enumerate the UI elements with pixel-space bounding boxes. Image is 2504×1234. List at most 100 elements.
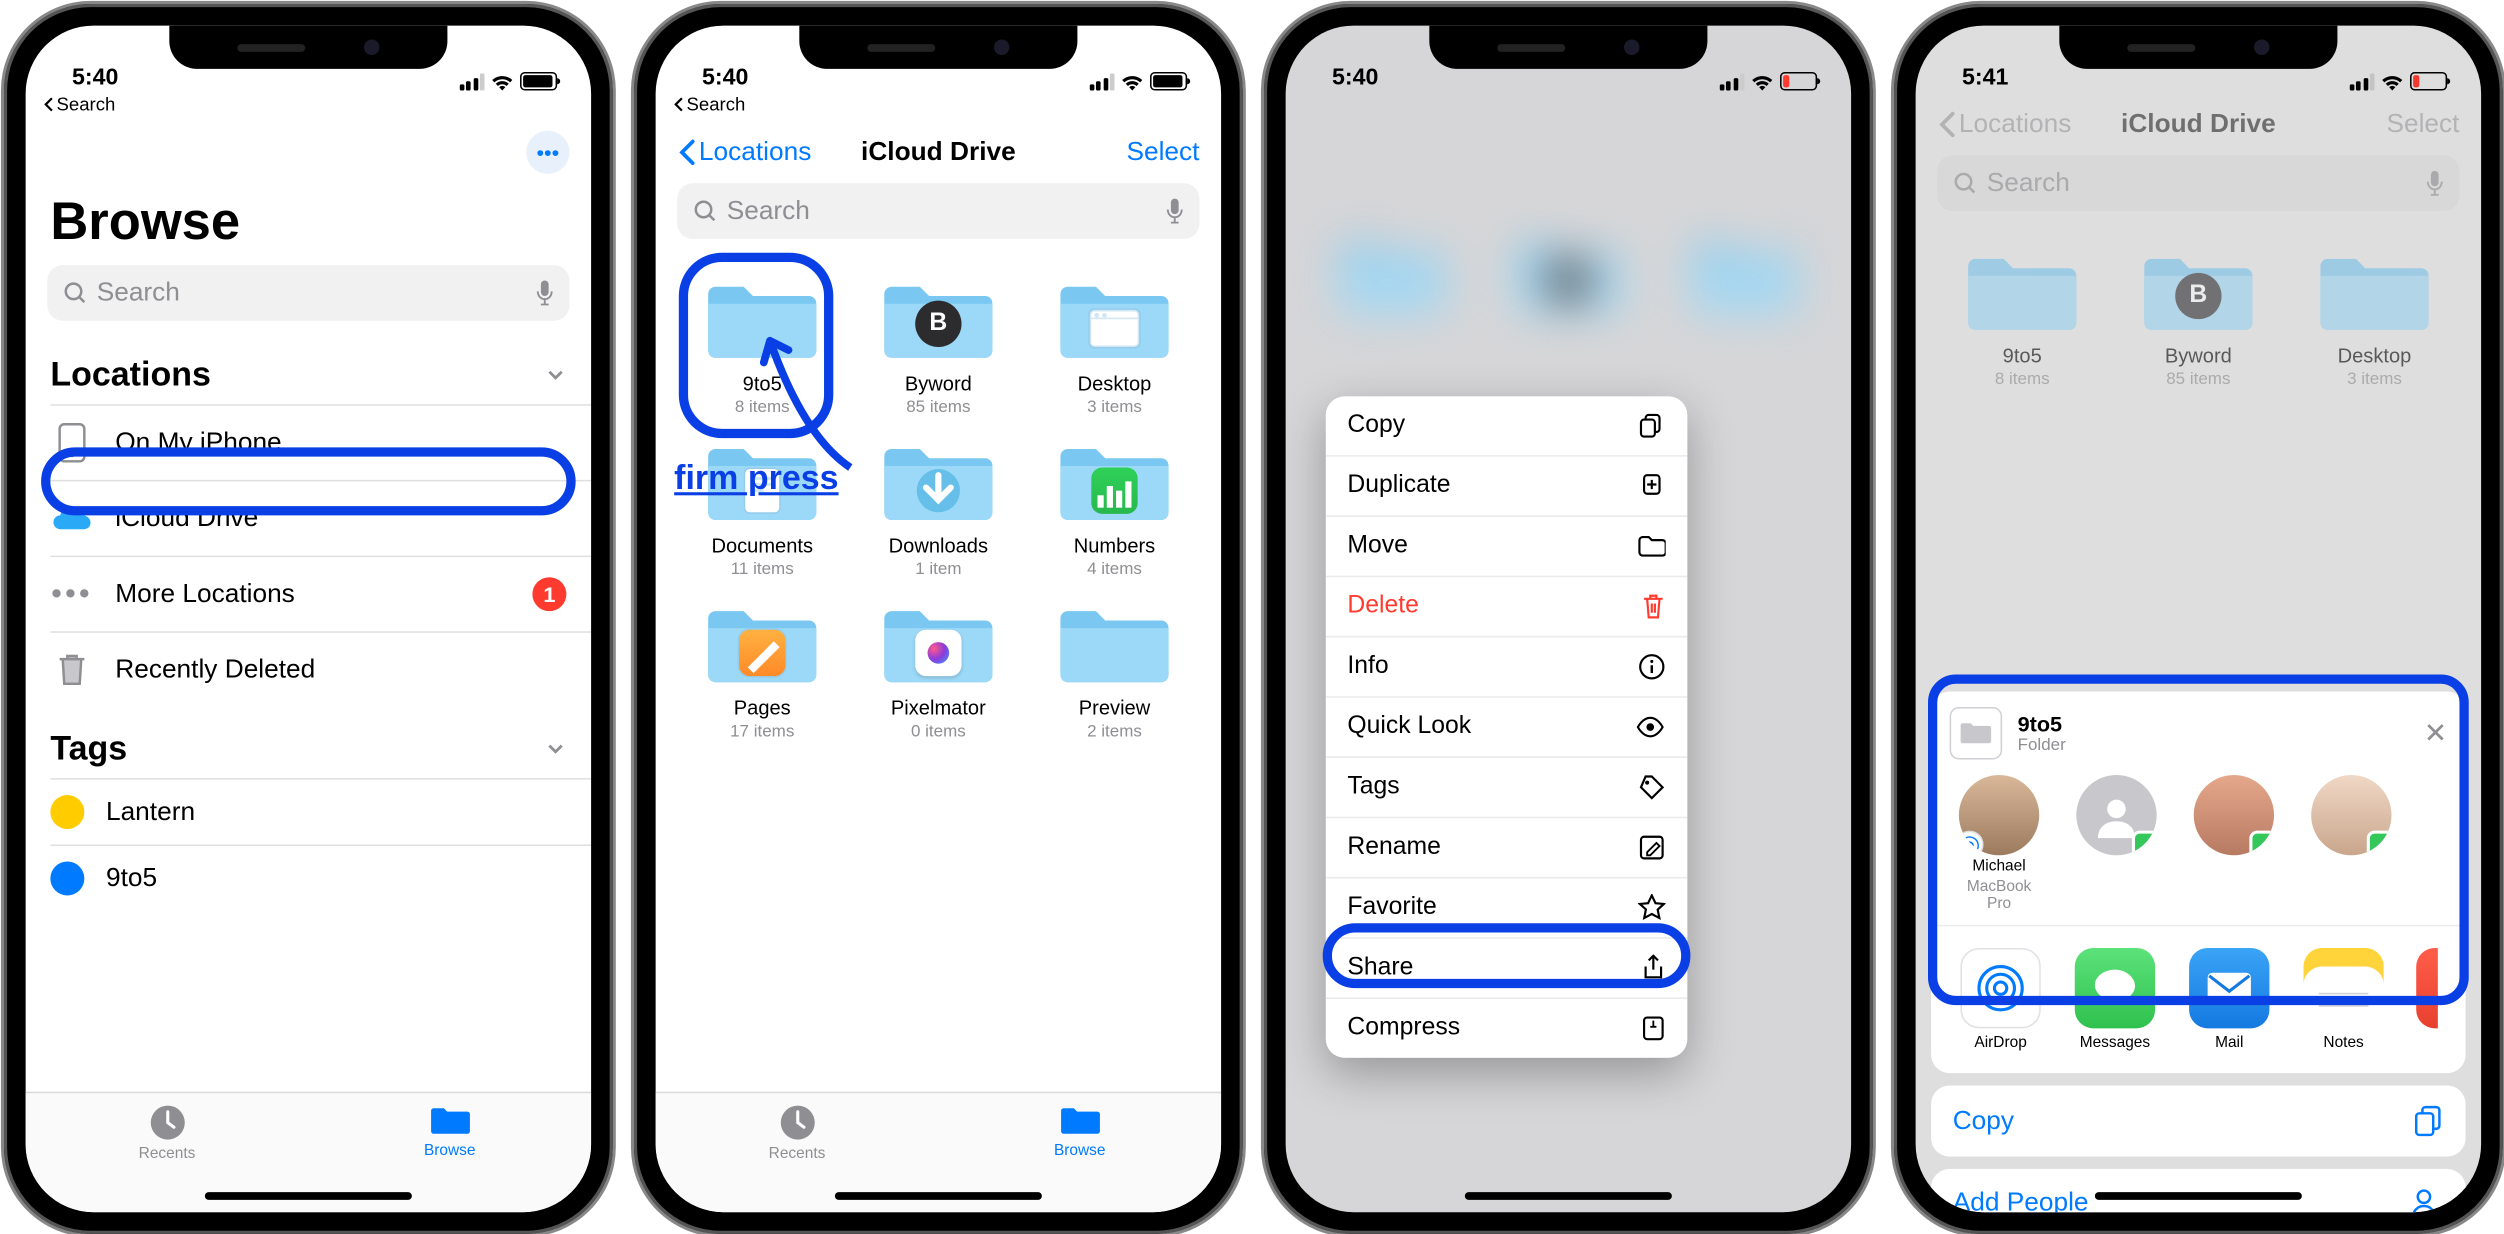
menu-favorite[interactable]: Favorite <box>1326 878 1688 938</box>
airdrop-badge-icon: ◎ <box>1959 831 1984 856</box>
menu-rename[interactable]: Rename <box>1326 818 1688 878</box>
messages-badge-icon <box>2132 831 2157 856</box>
contact-person[interactable] <box>2191 775 2278 913</box>
search-icon <box>693 199 718 224</box>
folder-grid: 9to58 items B Byword85 items Desktop3 it… <box>656 251 1221 765</box>
search-input[interactable]: Search <box>677 183 1199 239</box>
location-icloud-drive[interactable]: iCloud Drive <box>26 481 591 555</box>
back-button[interactable]: Locations <box>677 137 811 168</box>
pixelmator-app-icon <box>915 629 961 675</box>
app-messages[interactable]: Messages <box>2073 948 2156 1052</box>
folder-preview[interactable]: Preview2 items <box>1030 600 1200 741</box>
back-to-search[interactable]: Search <box>656 94 1221 122</box>
location-recently-deleted[interactable]: Recently Deleted <box>26 633 591 707</box>
tag-9to5[interactable]: 9to5 <box>26 846 591 911</box>
notes-icon <box>2319 992 2368 1006</box>
clock-icon <box>147 1102 187 1142</box>
share-header: 9to5 Folder ✕ <box>1950 707 2447 760</box>
folder-thumb-icon <box>1950 707 2003 760</box>
eye-icon <box>1635 716 1666 738</box>
messages-badge-icon <box>2367 831 2392 856</box>
menu-duplicate[interactable]: Duplicate <box>1326 457 1688 517</box>
share-sheet: 9to5 Folder ✕ ◎ Michael MacBook Pro <box>1931 692 2466 1197</box>
iphone-icon <box>50 421 93 464</box>
wifi-icon <box>491 73 514 90</box>
download-icon <box>917 468 960 511</box>
home-indicator[interactable] <box>205 1192 412 1200</box>
back-to-search[interactable]: Search <box>26 94 591 122</box>
menu-quick-look[interactable]: Quick Look <box>1326 698 1688 758</box>
menu-copy[interactable]: Copy <box>1326 396 1688 456</box>
more-icon: ••• <box>50 573 93 616</box>
apps-row: AirDrop Messages Mail Notes <box>1950 926 2447 1057</box>
tag-icon <box>1638 773 1666 801</box>
contact-person[interactable] <box>2073 775 2160 913</box>
contact-person[interactable] <box>2308 775 2395 913</box>
window-icon <box>1090 309 1139 346</box>
airdrop-person[interactable]: ◎ Michael MacBook Pro <box>1956 775 2043 913</box>
battery-icon <box>520 72 557 91</box>
select-button[interactable]: Select <box>1126 137 1199 168</box>
tag-dot-blue <box>50 861 84 895</box>
files-browse-screen: 5:40 Search ••• Browse Search Locations <box>26 26 591 1213</box>
search-input[interactable]: Search <box>47 265 569 321</box>
locations-section-header[interactable]: Locations <box>26 333 591 404</box>
folder-byword[interactable]: B Byword85 items <box>853 276 1023 417</box>
location-more[interactable]: ••• More Locations 1 <box>26 557 591 631</box>
nav-title: iCloud Drive <box>861 137 1016 168</box>
tutorial-text-firm-press: firm press <box>674 458 838 498</box>
numbers-app-icon <box>1091 467 1137 513</box>
more-options-button[interactable]: ••• <box>526 131 569 174</box>
icloud-icon <box>50 497 93 540</box>
app-airdrop[interactable]: AirDrop <box>1959 948 2042 1052</box>
menu-share[interactable]: Share <box>1326 939 1688 999</box>
share-action-add-people[interactable]: Add People <box>1931 1169 2466 1212</box>
home-indicator[interactable] <box>2095 1192 2302 1200</box>
tag-dot-yellow <box>50 795 84 829</box>
info-icon <box>1638 653 1666 681</box>
dictate-icon[interactable] <box>535 279 554 307</box>
share-action-copy[interactable]: Copy <box>1931 1086 2466 1157</box>
chevron-down-icon <box>545 364 567 386</box>
people-row: ◎ Michael MacBook Pro <box>1950 760 2447 919</box>
trash-icon <box>50 648 93 691</box>
folder-pages[interactable]: Pages17 items <box>677 600 847 741</box>
home-indicator[interactable] <box>835 1192 1042 1200</box>
tag-lantern[interactable]: Lantern <box>26 780 591 845</box>
byword-app-icon: B <box>915 301 961 347</box>
context-menu: Copy Duplicate Move Delete Info Quick Lo… <box>1326 396 1688 1057</box>
menu-compress[interactable]: Compress <box>1326 999 1688 1058</box>
trash-icon <box>1641 593 1666 621</box>
close-button[interactable]: ✕ <box>2424 717 2447 749</box>
folder-numbers[interactable]: Numbers4 items <box>1030 438 1200 579</box>
chevron-left-icon <box>677 138 696 166</box>
icloud-drive-screen: 5:40 Search Locations iCloud Drive Selec… <box>656 26 1221 1213</box>
messages-icon <box>2092 967 2138 1010</box>
copy-icon <box>1638 412 1666 440</box>
wifi-icon <box>1751 73 1774 90</box>
dictate-icon[interactable] <box>1165 197 1184 225</box>
menu-tags[interactable]: Tags <box>1326 758 1688 818</box>
app-more[interactable] <box>2416 948 2438 1052</box>
cellular-icon <box>459 73 484 90</box>
pages-app-icon <box>739 629 785 675</box>
chevron-down-icon <box>545 738 567 760</box>
folder-icon <box>1638 535 1666 557</box>
location-on-my-iphone[interactable]: On My iPhone <box>26 406 591 480</box>
messages-badge-icon <box>2249 831 2274 856</box>
home-indicator[interactable] <box>1465 1192 1672 1200</box>
folder-icon <box>428 1102 471 1139</box>
app-notes[interactable]: Notes <box>2302 948 2385 1052</box>
person-add-icon <box>2410 1187 2444 1212</box>
folder-pixelmator[interactable]: Pixelmator0 items <box>853 600 1023 741</box>
menu-info[interactable]: Info <box>1326 637 1688 697</box>
folder-downloads[interactable]: Downloads1 item <box>853 438 1023 579</box>
menu-delete[interactable]: Delete <box>1326 577 1688 637</box>
page-title: Browse <box>26 183 591 265</box>
folder-9to5[interactable]: 9to58 items <box>677 276 847 417</box>
tags-section-header[interactable]: Tags <box>26 707 591 778</box>
menu-move[interactable]: Move <box>1326 517 1688 577</box>
folder-desktop[interactable]: Desktop3 items <box>1030 276 1200 417</box>
share-item-name: 9to5 <box>2018 712 2066 737</box>
app-mail[interactable]: Mail <box>2188 948 2271 1052</box>
